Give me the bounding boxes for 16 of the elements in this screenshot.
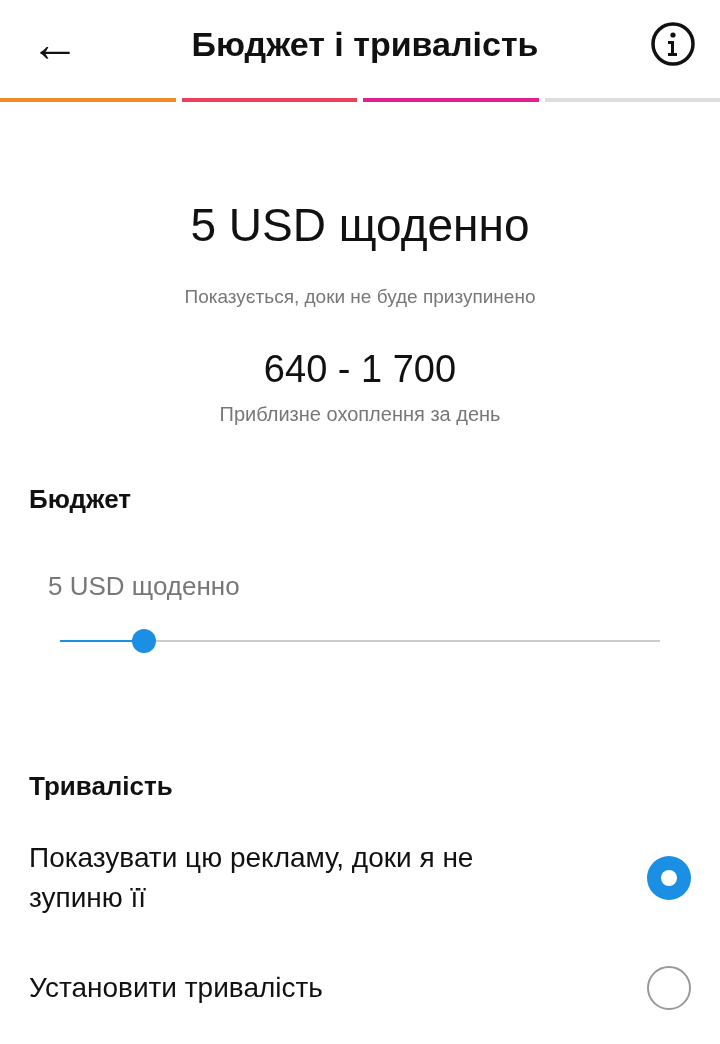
info-icon[interactable] xyxy=(650,21,696,67)
option-label: Установити тривалість xyxy=(29,971,323,1005)
duration-heading: Тривалість xyxy=(29,771,174,802)
radio-button[interactable] xyxy=(647,966,691,1010)
back-button[interactable]: ← xyxy=(30,19,80,69)
budget-heading: Бюджет xyxy=(29,484,132,515)
option-label: Показувати цю рекламу, доки я не зупиню її xyxy=(29,841,475,915)
slider-label: 5 USD щоденно xyxy=(47,571,241,602)
radio-button[interactable] xyxy=(647,856,691,900)
schedule-note: Показується, доки не буде призупинено xyxy=(184,286,536,308)
daily-budget-amount: 5 USD щоденно xyxy=(190,198,530,252)
reach-label: Приблизне охоплення за день xyxy=(219,403,501,426)
page-title: Бюджет і тривалість xyxy=(191,24,539,64)
budget-slider[interactable] xyxy=(60,629,660,653)
reach-estimate: 640 - 1 700 xyxy=(263,348,457,391)
slider-thumb[interactable] xyxy=(132,629,156,653)
